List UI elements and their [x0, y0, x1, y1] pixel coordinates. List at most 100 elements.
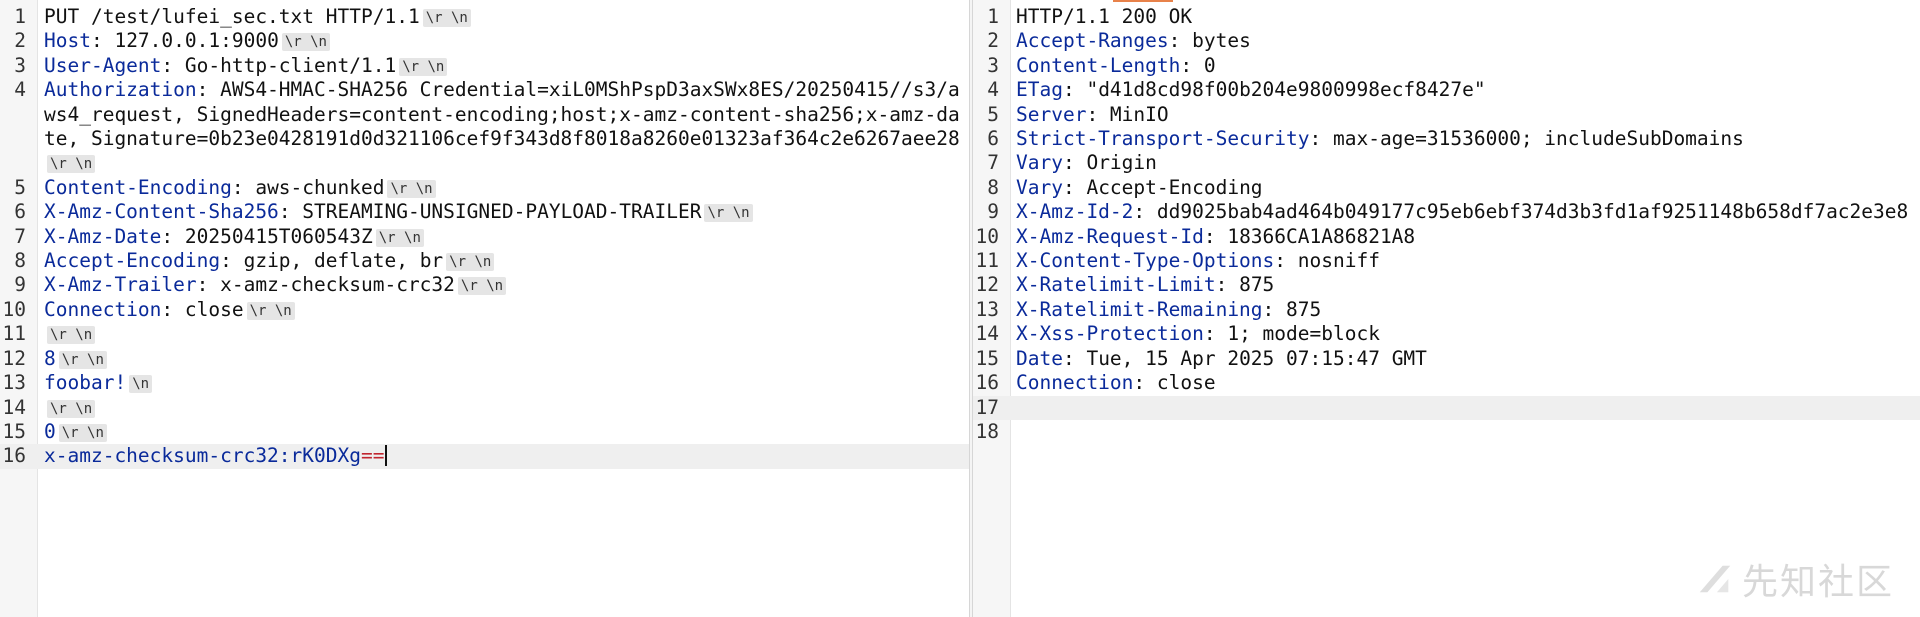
response-line[interactable]: 14 X-Xss-Protection: 1; mode=block: [973, 322, 1920, 346]
line-content: foobar! \n: [44, 371, 969, 395]
code-text: : 875: [1262, 297, 1322, 321]
request-line[interactable]: 15 0 \r \n: [0, 420, 969, 444]
request-line[interactable]: 12 8 \r \n: [0, 347, 969, 371]
line-content: X-Amz-Request-Id: 18366CA1A86821A8: [1016, 225, 1920, 249]
response-line[interactable]: 3 Content-Length: 0: [973, 54, 1920, 78]
header-name: Accept-Ranges: [1016, 29, 1169, 53]
crlf-marker: \r \n: [58, 423, 107, 442]
line-content: X-Amz-Content-Sha256: STREAMING-UNSIGNED…: [44, 200, 969, 224]
header-name: X-Amz-Id-2: [1016, 200, 1134, 224]
response-line[interactable]: 1 HTTP/1.1 200 OK: [973, 5, 1920, 29]
request-line[interactable]: 13 foobar! \n: [0, 371, 969, 395]
line-number: 2: [14, 29, 26, 53]
request-lines: 1 PUT /test/lufei_sec.txt HTTP/1.1 \r \n 2 H…: [0, 5, 969, 469]
line-number: 11: [2, 322, 26, 346]
response-line[interactable]: 5 Server: MinIO: [973, 103, 1920, 127]
line-content: x-amz-checksum-crc32:rK0DXg==: [44, 444, 969, 468]
line-number: 18: [975, 419, 999, 443]
line-content: 0 \r \n: [44, 420, 969, 444]
line-number: 7: [14, 224, 26, 248]
crlf-marker: \r \n: [246, 301, 295, 320]
line-number: 16: [975, 371, 999, 395]
request-editor[interactable]: 1 PUT /test/lufei_sec.txt HTTP/1.1 \r \n 2 H…: [0, 0, 969, 617]
header-name: Connection: [1016, 371, 1134, 395]
line-number: 6: [14, 200, 26, 224]
line-content: Host: 127.0.0.1:9000 \r \n: [44, 29, 969, 53]
line-content: User-Agent: Go-http-client/1.1 \r \n: [44, 54, 969, 78]
request-line[interactable]: 5 Content-Encoding: aws-chunked \r \n: [0, 176, 969, 200]
code-text: : Tue, 15 Apr 2025 07:15:47 GMT: [1062, 346, 1427, 370]
request-line[interactable]: 14 \r \n: [0, 396, 969, 420]
code-text: x-amz-checksum-crc32:rK0DXg: [44, 444, 361, 468]
response-line[interactable]: 17 ​: [973, 395, 1920, 420]
crlf-marker: \r \n: [47, 155, 96, 174]
response-line[interactable]: 8 Vary: Accept-Encoding: [973, 176, 1920, 200]
text-cursor: [385, 445, 388, 467]
header-name: Vary: [1016, 151, 1063, 175]
code-text: : MinIO: [1086, 102, 1169, 126]
response-line[interactable]: 15 Date: Tue, 15 Apr 2025 07:15:47 GMT: [973, 347, 1920, 371]
line-content: ETag: "d41d8cd98f00b204e9800998ecf8427e": [1016, 78, 1920, 102]
request-line[interactable]: 4 Authorization: AWS4-HMAC-SHA256 Credent…: [0, 78, 969, 176]
response-line[interactable]: 11 X-Content-Type-Options: nosniff: [973, 249, 1920, 273]
code-text: : nosniff: [1274, 249, 1380, 273]
response-line[interactable]: 6 Strict-Transport-Security: max-age=3153…: [973, 127, 1920, 151]
code-text: : 127.0.0.1:9000: [90, 29, 279, 53]
code-text: : 875: [1215, 273, 1275, 297]
line-content: Content-Encoding: aws-chunked \r \n: [44, 176, 969, 200]
response-line[interactable]: 7 Vary: Origin: [973, 151, 1920, 175]
response-line[interactable]: 12 X-Ratelimit-Limit: 875: [973, 273, 1920, 297]
line-content: Accept-Encoding: gzip, deflate, br \r \n: [44, 249, 969, 273]
crlf-marker: \r \n: [704, 204, 753, 223]
response-line[interactable]: 2 Accept-Ranges: bytes: [973, 29, 1920, 53]
line-content: Accept-Ranges: bytes: [1016, 29, 1920, 53]
header-name: Strict-Transport-Security: [1016, 127, 1310, 151]
code-text: : "d41d8cd98f00b204e9800998ecf8427e": [1062, 78, 1486, 102]
response-line[interactable]: 16 Connection: close: [973, 371, 1920, 395]
line-number: 1: [14, 5, 26, 28]
line-content: X-Amz-Trailer: x-amz-checksum-crc32 \r \n: [44, 273, 969, 297]
line-number: 10: [2, 297, 26, 321]
code-text: 8: [44, 346, 56, 370]
request-line[interactable]: 7 X-Amz-Date: 20250415T060543Z \r \n: [0, 225, 969, 249]
line-number: 4: [987, 78, 999, 102]
line-content: Connection: close: [1016, 371, 1920, 395]
line-content: X-Amz-Date: 20250415T060543Z \r \n: [44, 225, 969, 249]
line-number: 8: [987, 175, 999, 199]
request-line[interactable]: 9 X-Amz-Trailer: x-amz-checksum-crc32 \r \…: [0, 273, 969, 297]
code-text: : max-age=31536000; includeSubDomains: [1309, 127, 1744, 151]
request-line[interactable]: 8 Accept-Encoding: gzip, deflate, br \r \n: [0, 249, 969, 273]
header-name: Vary: [1016, 175, 1063, 199]
line-content: Vary: Origin: [1016, 151, 1920, 175]
line-number: 14: [975, 322, 999, 346]
line-content: Server: MinIO: [1016, 103, 1920, 127]
code-text: : Go-http-client/1.1: [161, 53, 397, 77]
response-line[interactable]: 10 X-Amz-Request-Id: 18366CA1A86821A8: [973, 225, 1920, 249]
request-line[interactable]: 11 \r \n: [0, 322, 969, 346]
line-number: 9: [14, 273, 26, 297]
header-name: Server: [1016, 102, 1087, 126]
line-number: 10: [975, 224, 999, 248]
line-number: 16: [2, 444, 26, 468]
code-text: HTTP/1.1 200 OK: [1016, 5, 1193, 28]
request-line[interactable]: 16 x-amz-checksum-crc32:rK0DXg==: [0, 444, 969, 469]
request-line[interactable]: 1 PUT /test/lufei_sec.txt HTTP/1.1 \r \n: [0, 5, 969, 29]
response-line[interactable]: 18 ​: [973, 420, 1920, 444]
request-line[interactable]: 6 X-Amz-Content-Sha256: STREAMING-UNSIGNE…: [0, 200, 969, 224]
code-text: : x-amz-checksum-crc32: [196, 273, 455, 297]
header-name: X-Amz-Trailer: [44, 273, 197, 297]
header-name: X-Content-Type-Options: [1016, 249, 1275, 273]
response-viewer[interactable]: 1 HTTP/1.1 200 OK 2 Accept-Ranges: bytes 3 Co…: [973, 0, 1920, 617]
response-tab-accent: [1113, 0, 1173, 2]
response-line[interactable]: 13 X-Ratelimit-Remaining: 875: [973, 298, 1920, 322]
line-content: \r \n: [44, 396, 969, 420]
request-line[interactable]: 10 Connection: close \r \n: [0, 298, 969, 322]
response-line[interactable]: 9 X-Amz-Id-2: dd9025bab4ad464b049177c95eb…: [973, 200, 1920, 224]
request-line[interactable]: 3 User-Agent: Go-http-client/1.1 \r \n: [0, 54, 969, 78]
watermark: 先知社区: [1696, 553, 1894, 605]
crlf-marker: \r \n: [387, 179, 436, 198]
response-line[interactable]: 4 ETag: "d41d8cd98f00b204e9800998ecf8427e…: [973, 78, 1920, 102]
crlf-marker: \r \n: [281, 33, 330, 52]
request-line[interactable]: 2 Host: 127.0.0.1:9000 \r \n: [0, 29, 969, 53]
xianzhi-logo-icon: [1699, 565, 1731, 593]
